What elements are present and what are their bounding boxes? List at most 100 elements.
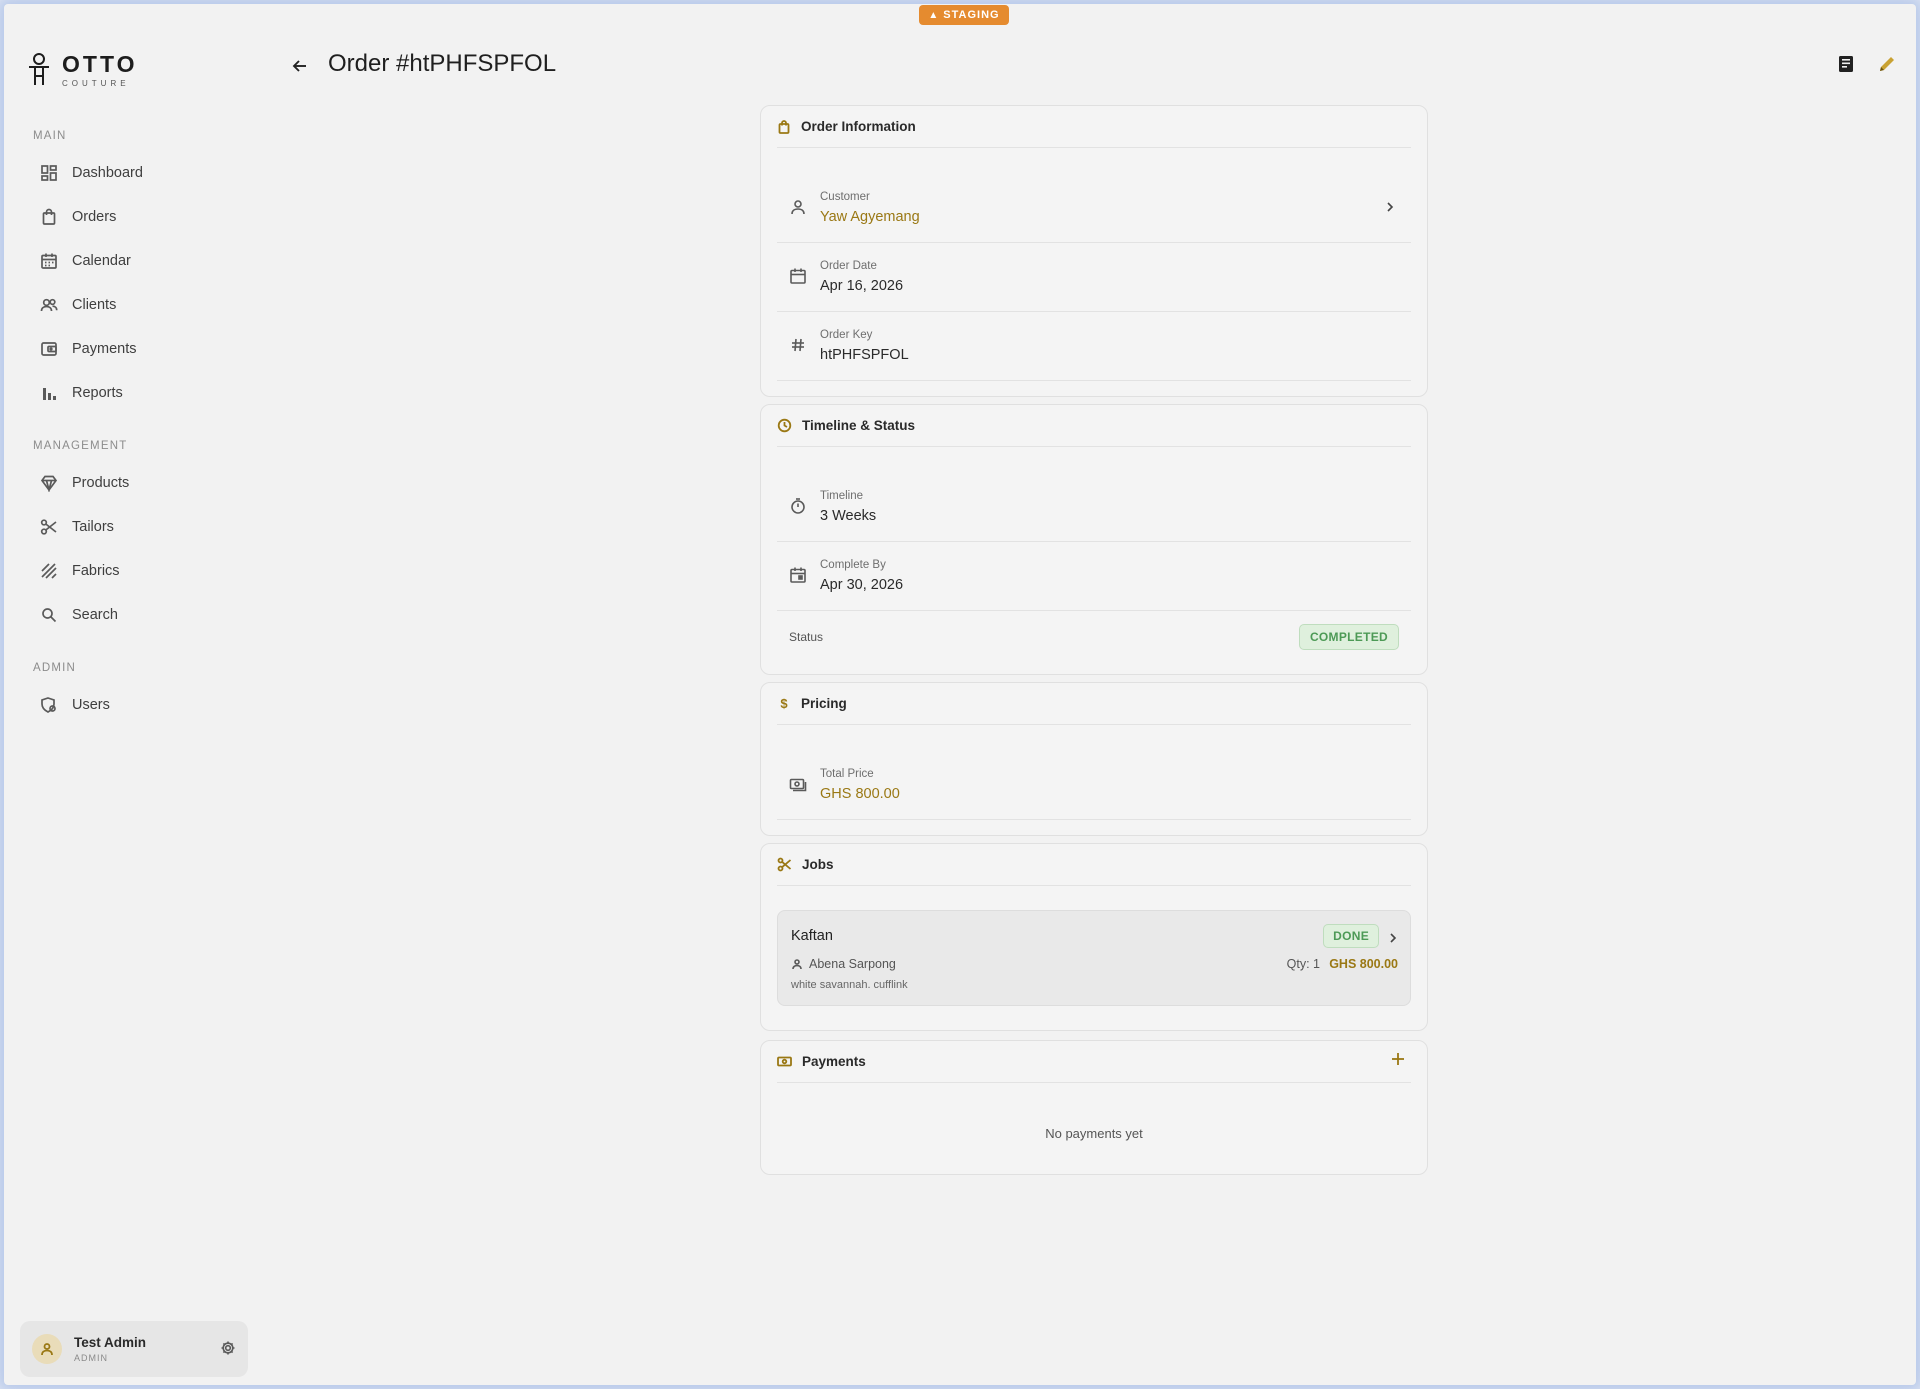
user-profile-card[interactable]: Test Admin ADMIN xyxy=(20,1321,248,1377)
card-title: Timeline & Status xyxy=(802,418,916,433)
customer-link[interactable]: Yaw Agyemang xyxy=(820,209,920,225)
card-title: Order Information xyxy=(801,119,916,134)
card-header: Timeline & Status xyxy=(777,405,1411,447)
sidebar-item-label: Search xyxy=(72,607,118,623)
status-badge: COMPLETED xyxy=(1298,624,1399,650)
sidebar-item-tailors[interactable]: Tailors xyxy=(40,512,240,542)
sidebar-item-label: Reports xyxy=(72,385,123,401)
avatar xyxy=(32,1334,62,1364)
hash-icon xyxy=(792,338,804,352)
diamond-icon xyxy=(40,475,58,492)
job-assignee-name: Abena Sarpong xyxy=(809,957,896,971)
job-assignee: Abena Sarpong xyxy=(791,957,896,971)
sidebar-item-payments[interactable]: Payments xyxy=(40,334,240,364)
grid-icon xyxy=(41,165,57,181)
page-title: Order #htPHFSPFOL xyxy=(328,50,557,77)
plus-icon xyxy=(1392,1053,1404,1065)
total-price-value: GHS 800.00 xyxy=(820,786,900,802)
status-label: Status xyxy=(789,630,824,644)
job-quantity: Qty: 1 xyxy=(1286,957,1320,971)
sidebar-item-label: Dashboard xyxy=(72,165,143,181)
search-icon xyxy=(42,608,57,623)
user-icon xyxy=(791,200,805,215)
section-label-main: MAIN xyxy=(33,130,67,142)
user-name: Test Admin xyxy=(74,1335,147,1350)
total-price-row: Total Price GHS 800.00 xyxy=(777,751,1411,820)
add-payment-button[interactable] xyxy=(1391,1052,1405,1071)
sidebar: OTTO COUTURE MAIN Dashboard Orders Calen… xyxy=(4,4,262,1385)
user-role: ADMIN xyxy=(74,1353,108,1363)
logo-figure-icon xyxy=(26,52,52,90)
pricing-card: $ Pricing Total Price GHS 800.00 xyxy=(760,682,1428,836)
receipt-icon xyxy=(1839,56,1853,72)
texture-icon xyxy=(41,563,57,579)
order-date-value: Apr 16, 2026 xyxy=(820,278,904,294)
dollar-icon: $ xyxy=(780,696,788,711)
sidebar-item-calendar[interactable]: Calendar xyxy=(40,246,240,276)
complete-by-value: Apr 30, 2026 xyxy=(820,577,904,593)
calendar-event-icon xyxy=(790,567,806,583)
sidebar-item-clients[interactable]: Clients xyxy=(40,290,240,320)
timer-icon xyxy=(791,498,805,514)
timeline-value: 3 Weeks xyxy=(820,508,877,524)
order-key-value: htPHFSPFOL xyxy=(820,347,909,363)
job-price: GHS 800.00 xyxy=(1329,957,1398,971)
cash-icon xyxy=(789,778,807,792)
sidebar-item-label: Payments xyxy=(72,341,137,357)
back-button[interactable] xyxy=(284,50,316,82)
bar-chart-icon xyxy=(43,388,56,400)
sidebar-item-orders[interactable]: Orders xyxy=(40,202,240,232)
bag-icon xyxy=(42,208,56,225)
card-header: Payments xyxy=(777,1041,1411,1083)
brand-tagline: COUTURE xyxy=(62,79,130,88)
sidebar-item-label: Clients xyxy=(72,297,117,313)
order-key-label: Order Key xyxy=(820,329,873,341)
job-description: white savannah. cufflink xyxy=(791,979,908,991)
sidebar-item-reports[interactable]: Reports xyxy=(40,378,240,408)
payments-card: Payments No payments yet xyxy=(760,1040,1428,1175)
clock-icon xyxy=(777,418,792,433)
job-name: Kaftan xyxy=(791,928,833,944)
card-title: Payments xyxy=(802,1054,866,1069)
jobs-card: Jobs Kaftan DONE Abena Sarpong white sav… xyxy=(760,843,1428,1031)
complete-by-row: Complete By Apr 30, 2026 xyxy=(777,542,1411,611)
scissors-icon xyxy=(40,519,57,535)
section-label-admin: ADMIN xyxy=(33,662,77,674)
brand-name: OTTO xyxy=(62,51,138,77)
complete-by-label: Complete By xyxy=(820,559,886,571)
card-title: Jobs xyxy=(802,857,834,872)
customer-label: Customer xyxy=(820,191,870,203)
timeline-status-card: Timeline & Status Timeline 3 Weeks Compl… xyxy=(760,404,1428,675)
staging-badge: ▲ STAGING xyxy=(919,5,1009,25)
sidebar-item-fabrics[interactable]: Fabrics xyxy=(40,556,240,586)
section-label-management: MANAGEMENT xyxy=(33,440,128,452)
sidebar-item-users[interactable]: Users xyxy=(40,690,240,720)
chevron-right-icon xyxy=(1390,933,1397,943)
edit-button[interactable] xyxy=(1875,52,1899,76)
card-header: Jobs xyxy=(777,844,1411,886)
wallet-icon xyxy=(41,342,57,356)
arrow-left-icon xyxy=(292,60,306,72)
settings-button[interactable] xyxy=(220,1340,236,1361)
calendar-icon xyxy=(41,253,57,269)
job-item[interactable]: Kaftan DONE Abena Sarpong white savannah… xyxy=(777,910,1411,1006)
users-icon xyxy=(40,298,58,312)
sidebar-item-products[interactable]: Products xyxy=(40,468,240,498)
card-header: Order Information xyxy=(777,106,1411,148)
customer-row[interactable]: Customer Yaw Agyemang xyxy=(777,174,1411,243)
order-information-card: Order Information Customer Yaw Agyemang … xyxy=(760,105,1428,397)
timeline-row: Timeline 3 Weeks xyxy=(777,473,1411,542)
sidebar-item-label: Products xyxy=(72,475,130,491)
bag-icon xyxy=(778,119,790,134)
sidebar-item-dashboard[interactable]: Dashboard xyxy=(40,158,240,188)
receipt-button[interactable] xyxy=(1834,52,1858,76)
user-icon xyxy=(41,1343,53,1356)
job-status-badge: DONE xyxy=(1323,924,1379,948)
sidebar-item-search[interactable]: Search xyxy=(40,600,240,630)
sidebar-item-label: Orders xyxy=(72,209,117,225)
order-date-row: Order Date Apr 16, 2026 xyxy=(777,243,1411,312)
card-header: $ Pricing xyxy=(777,683,1411,725)
chevron-right-icon xyxy=(1387,202,1394,212)
status-row: Status COMPLETED xyxy=(777,611,1411,665)
brand-logo[interactable]: OTTO COUTURE xyxy=(26,52,137,90)
